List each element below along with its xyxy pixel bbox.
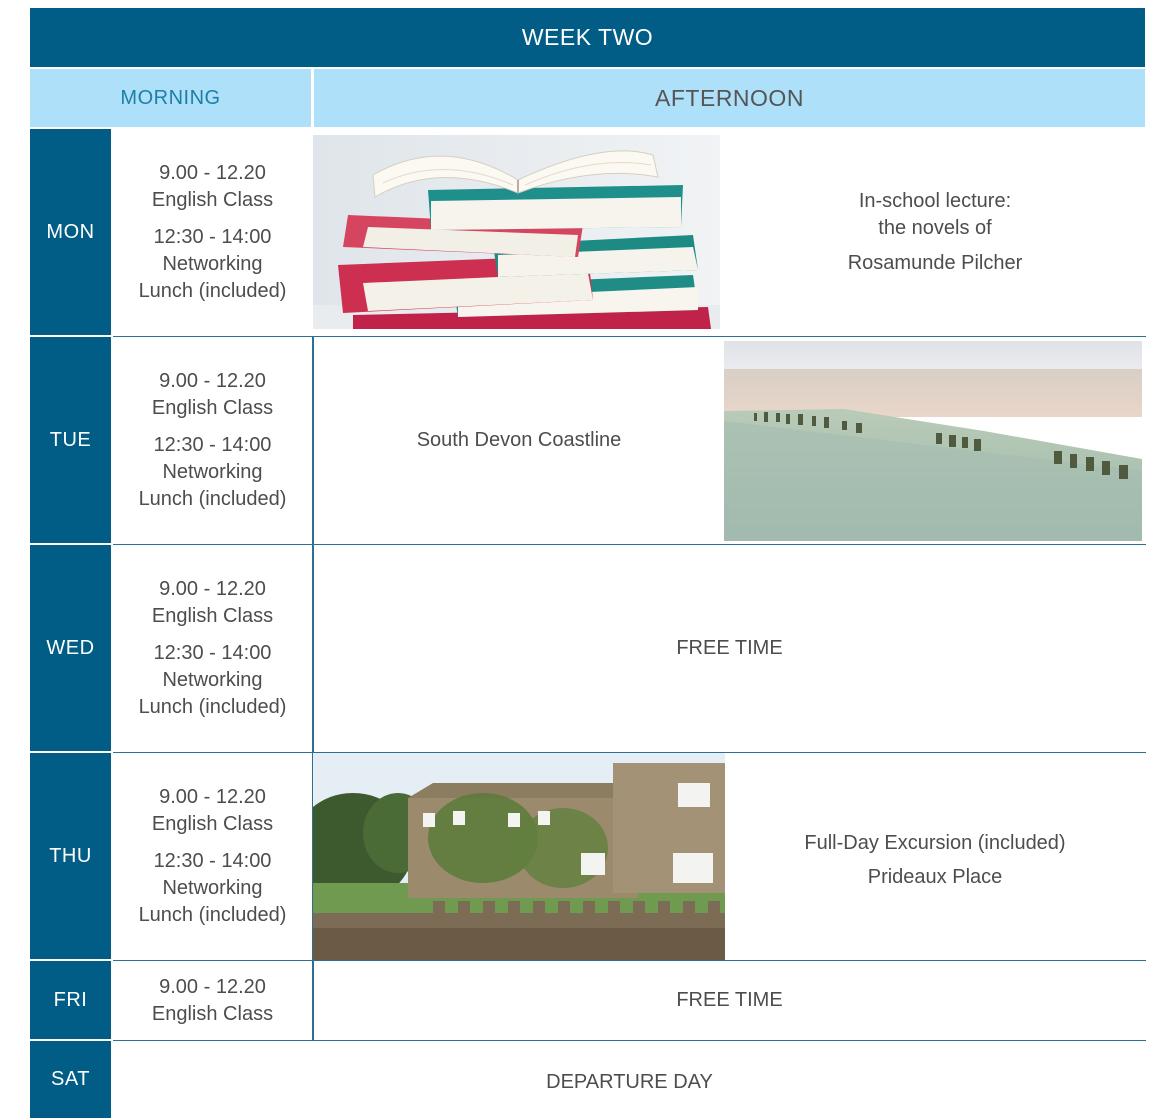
class-name: English Class — [151, 605, 274, 627]
title-text: WEEK TWO — [521, 24, 654, 50]
coastline-label: South Devon Coastline — [416, 429, 622, 451]
day-cell-mon: MON — [30, 129, 111, 335]
departure-day-cell: DEPARTURE DAY — [113, 1069, 1146, 1096]
afternoon-cell-tue: South Devon Coastline — [314, 427, 724, 454]
lecture-line-3: Rosamunde Pilcher — [847, 252, 1023, 274]
lecture-line-2: the novels of — [878, 217, 992, 239]
afternoon-header-label: AFTERNOON — [655, 84, 804, 111]
lunch-note: Lunch (included) — [138, 904, 287, 926]
excursion-place: Prideaux Place — [867, 866, 1003, 888]
morning-cell-fri: 9.00 - 12.20 English Class — [113, 974, 312, 1028]
lunch-time: 12:30 - 14:00 — [153, 226, 272, 248]
lunch-name: Networking — [162, 253, 263, 275]
lunch-time: 12:30 - 14:00 — [153, 434, 272, 456]
class-name: English Class — [151, 189, 274, 211]
morning-cell-thu: 9.00 - 12.20 English Class 12:30 - 14:00… — [113, 784, 312, 929]
lunch-time: 12:30 - 14:00 — [153, 642, 272, 664]
free-time-label: FREE TIME — [676, 637, 783, 659]
class-time: 9.00 - 12.20 — [159, 786, 266, 808]
afternoon-cell-thu: Full-Day Excursion (included) Prideaux P… — [725, 826, 1145, 894]
departure-day-label: DEPARTURE DAY — [546, 1071, 713, 1093]
day-label: FRI — [53, 988, 88, 1011]
excursion-label: Full-Day Excursion (included) — [804, 832, 1066, 854]
afternoon-header: AFTERNOON — [314, 69, 1145, 127]
morning-cell-tue: 9.00 - 12.20 English Class 12:30 - 14:00… — [113, 368, 312, 513]
morning-header-label: MORNING — [120, 86, 221, 109]
schedule-title: WEEK TWO — [30, 8, 1145, 67]
morning-cell-wed: 9.00 - 12.20 English Class 12:30 - 14:00… — [113, 576, 312, 721]
class-time: 9.00 - 12.20 — [159, 578, 266, 600]
row-divider — [113, 336, 1146, 337]
lunch-name: Networking — [162, 461, 263, 483]
beach-coastline-image — [724, 341, 1142, 541]
class-name: English Class — [151, 813, 274, 835]
day-cell-wed: WED — [30, 545, 111, 751]
afternoon-cell-wed: FREE TIME — [314, 635, 1145, 662]
lunch-time: 12:30 - 14:00 — [153, 850, 272, 872]
day-label: THU — [49, 844, 92, 867]
class-time: 9.00 - 12.20 — [159, 162, 266, 184]
day-cell-sat: SAT — [30, 1041, 111, 1118]
lunch-name: Networking — [162, 877, 263, 899]
class-name: English Class — [151, 397, 274, 419]
class-time: 9.00 - 12.20 — [159, 370, 266, 392]
day-cell-thu: THU — [30, 753, 111, 959]
morning-header: MORNING — [30, 69, 311, 127]
afternoon-cell-mon: In-school lecture: the novels of Rosamun… — [725, 188, 1145, 277]
morning-cell-mon: 9.00 - 12.20 English Class 12:30 - 14:00… — [113, 160, 312, 305]
afternoon-cell-fri: FREE TIME — [314, 987, 1145, 1014]
lunch-note: Lunch (included) — [138, 696, 287, 718]
day-label: SAT — [51, 1068, 90, 1090]
lecture-line-1: In-school lecture: — [858, 190, 1012, 212]
prideaux-place-manor-image — [313, 753, 725, 960]
class-name: English Class — [151, 1003, 274, 1025]
lunch-note: Lunch (included) — [138, 488, 287, 510]
day-cell-tue: TUE — [30, 337, 111, 543]
lunch-name: Networking — [162, 669, 263, 691]
class-time: 9.00 - 12.20 — [159, 976, 266, 998]
day-label: WED — [46, 636, 95, 659]
day-label: MON — [46, 220, 95, 243]
stack-of-books-image — [313, 135, 720, 329]
row-divider — [113, 1040, 1146, 1041]
day-cell-fri: FRI — [30, 961, 111, 1039]
lunch-note: Lunch (included) — [138, 280, 287, 302]
row-divider — [113, 960, 1146, 961]
day-label: TUE — [49, 428, 92, 451]
row-divider — [113, 544, 1146, 545]
free-time-label: FREE TIME — [676, 989, 783, 1011]
